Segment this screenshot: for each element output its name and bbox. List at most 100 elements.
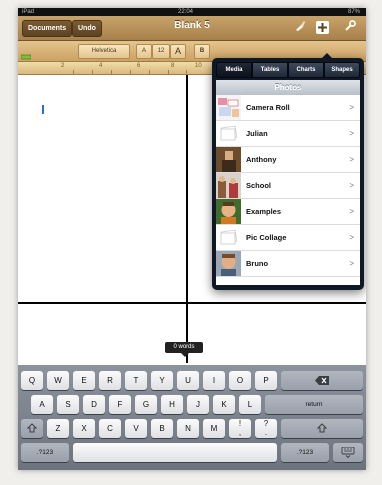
- numbers-key-left[interactable]: .?123: [21, 443, 69, 462]
- key-b[interactable]: B: [151, 419, 173, 438]
- numbers-key-right[interactable]: .?123: [281, 443, 329, 462]
- chevron-right-icon: >: [349, 259, 354, 268]
- space-bar[interactable]: [73, 443, 277, 462]
- key-exclamation-comma[interactable]: ! ,: [229, 419, 251, 438]
- chevron-right-icon: >: [349, 233, 354, 242]
- chevron-right-icon: >: [349, 207, 354, 216]
- tab-shapes[interactable]: Shapes: [324, 62, 360, 78]
- ruler-label: 4: [99, 63, 103, 69]
- vertical-guide-line: [186, 75, 188, 363]
- album-pic-collage[interactable]: Pic Collage >: [216, 225, 360, 251]
- battery-label: 87%: [347, 9, 360, 15]
- key-question-period[interactable]: ? .: [255, 419, 277, 438]
- album-school[interactable]: School >: [216, 173, 360, 199]
- key-o[interactable]: O: [229, 371, 251, 390]
- key-c[interactable]: C: [99, 419, 121, 438]
- key-d[interactable]: D: [83, 395, 105, 414]
- ruler-label: 6: [137, 63, 141, 69]
- empty-album-thumbnail: [216, 121, 241, 146]
- ipad-screen: iPad 22:04 87% Documents Undo Blank 5 He…: [18, 8, 366, 470]
- brush-icon[interactable]: [292, 20, 308, 35]
- text-cursor: [42, 105, 44, 114]
- ruler-tick: [168, 70, 169, 74]
- ruler-label: 8: [171, 63, 175, 69]
- ruler-label: 10: [195, 63, 202, 69]
- shift-icon: [26, 423, 38, 433]
- key-bottom-glyph: .: [264, 428, 268, 437]
- decrease-font-button[interactable]: A: [136, 44, 152, 59]
- key-v[interactable]: V: [125, 419, 147, 438]
- chevron-right-icon: >: [349, 103, 354, 112]
- chevron-right-icon: >: [349, 129, 354, 138]
- status-bar: iPad 22:04 87%: [18, 8, 366, 16]
- album-label: Camera Roll: [246, 103, 290, 112]
- key-g[interactable]: G: [135, 395, 157, 414]
- ruler-label: 2: [61, 63, 65, 69]
- key-m[interactable]: M: [203, 419, 225, 438]
- insert-plus-icon[interactable]: [316, 21, 329, 34]
- album-anthony[interactable]: Anthony >: [216, 147, 360, 173]
- album-examples[interactable]: Examples >: [216, 199, 360, 225]
- clock: 22:04: [178, 9, 194, 15]
- key-q[interactable]: Q: [21, 371, 43, 390]
- popover-title: Photos: [216, 80, 360, 95]
- backspace-key[interactable]: [281, 371, 363, 390]
- font-name-button[interactable]: Helvetica: [78, 44, 130, 59]
- key-h[interactable]: H: [161, 395, 183, 414]
- key-f[interactable]: F: [109, 395, 131, 414]
- key-k[interactable]: K: [213, 395, 235, 414]
- key-j[interactable]: J: [187, 395, 209, 414]
- anthony-thumbnail: [216, 147, 241, 172]
- bruno-thumbnail: [216, 251, 241, 276]
- album-label: Examples: [246, 207, 282, 216]
- key-a[interactable]: A: [31, 395, 53, 414]
- key-i[interactable]: I: [203, 371, 225, 390]
- ruler-tick: [111, 70, 112, 74]
- key-w[interactable]: W: [47, 371, 69, 390]
- shift-key-right[interactable]: [281, 419, 363, 438]
- undo-button[interactable]: Undo: [72, 20, 102, 37]
- ruler-tick: [73, 70, 74, 74]
- key-e[interactable]: E: [73, 371, 95, 390]
- hide-keyboard-key[interactable]: [333, 443, 363, 462]
- tab-tables[interactable]: Tables: [252, 62, 288, 78]
- key-top-glyph: !: [238, 419, 242, 428]
- key-n[interactable]: N: [177, 419, 199, 438]
- album-list: Camera Roll > Julian > Anthony > School …: [216, 95, 360, 285]
- album-bruno[interactable]: Bruno >: [216, 251, 360, 277]
- examples-thumbnail: [216, 199, 241, 224]
- wrench-icon[interactable]: [342, 20, 358, 35]
- key-s[interactable]: S: [57, 395, 79, 414]
- key-y[interactable]: Y: [151, 371, 173, 390]
- key-x[interactable]: X: [73, 419, 95, 438]
- key-p[interactable]: P: [255, 371, 277, 390]
- key-r[interactable]: R: [99, 371, 121, 390]
- main-toolbar: Documents Undo Blank 5: [18, 16, 366, 41]
- increase-font-button[interactable]: A: [170, 44, 186, 59]
- key-l[interactable]: L: [239, 395, 261, 414]
- album-label: School: [246, 181, 272, 190]
- shift-icon: [316, 423, 328, 433]
- tab-charts[interactable]: Charts: [288, 62, 324, 78]
- album-camera-roll[interactable]: Camera Roll >: [216, 95, 360, 121]
- carrier-label: iPad: [22, 9, 35, 15]
- shift-key-left[interactable]: [21, 419, 43, 438]
- album-label: Bruno: [246, 259, 269, 268]
- return-key[interactable]: return: [265, 395, 363, 414]
- font-size-field[interactable]: 12: [152, 44, 170, 59]
- bold-button[interactable]: B: [194, 44, 210, 59]
- album-julian[interactable]: Julian >: [216, 121, 360, 147]
- backspace-icon: [315, 375, 329, 385]
- documents-button[interactable]: Documents: [22, 20, 73, 37]
- key-t[interactable]: T: [125, 371, 147, 390]
- key-z[interactable]: Z: [47, 419, 69, 438]
- media-popover: Media Tables Charts Shapes Photos Camera…: [212, 58, 364, 290]
- tab-media[interactable]: Media: [216, 62, 252, 78]
- camera-roll-thumbnail: [216, 95, 241, 120]
- chevron-right-icon: >: [349, 155, 354, 164]
- key-u[interactable]: U: [177, 371, 199, 390]
- school-thumbnail: [216, 173, 241, 198]
- on-screen-keyboard: Q W E R T Y U I O P A S D F G H J K L re…: [18, 365, 366, 470]
- key-bottom-glyph: ,: [238, 428, 242, 437]
- popover-tabs: Media Tables Charts Shapes: [216, 62, 360, 78]
